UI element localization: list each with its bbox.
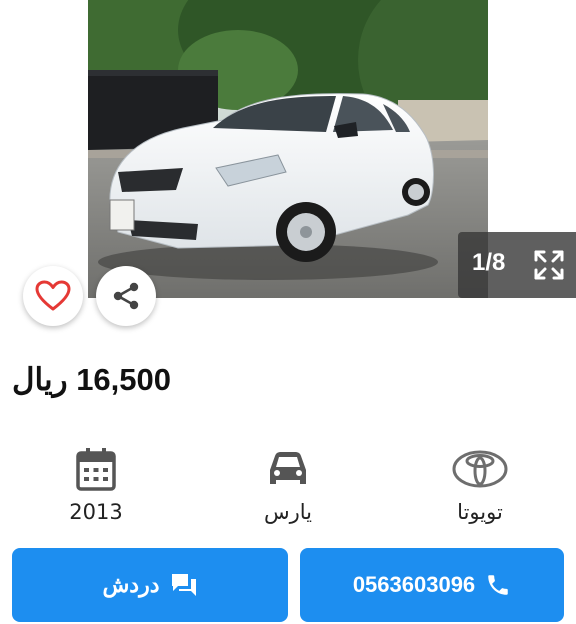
favorite-button[interactable] [23, 266, 83, 326]
spec-model: يارس [218, 440, 358, 524]
heart-icon [35, 280, 71, 311]
previous-image-button[interactable] [34, 118, 64, 148]
chat-button-label: دردش [102, 572, 160, 597]
share-button[interactable] [96, 266, 156, 326]
image-counter: 1/8 [472, 249, 506, 276]
chevron-left-icon [42, 123, 54, 143]
phone-icon [488, 575, 508, 595]
spec-make-value: تويوتا [457, 500, 503, 524]
share-icon [113, 282, 139, 310]
fullscreen-icon [534, 250, 564, 280]
listing-price: 16,500 ريال [12, 362, 172, 397]
spec-model-value: يارس [263, 500, 313, 524]
car-photo[interactable] [88, 0, 488, 298]
calendar-icon [76, 448, 116, 491]
call-button-phone: 0563603096 [352, 572, 476, 597]
toyota-logo [452, 450, 508, 488]
image-gallery[interactable]: 1/8 [0, 0, 576, 298]
call-button[interactable]: 0563603096 [300, 548, 564, 622]
chevron-right-icon [522, 123, 534, 143]
car-icon [270, 452, 306, 484]
spec-make: تويوتا [410, 440, 550, 524]
chat-button[interactable]: دردش [12, 548, 288, 622]
image-counter-panel: 1/8 [458, 232, 576, 298]
spec-year-value: 2013 [69, 500, 123, 524]
spec-year: 2013 [26, 440, 166, 524]
next-image-button[interactable] [512, 118, 542, 148]
fullscreen-button[interactable] [532, 248, 566, 282]
chat-icon [171, 574, 196, 596]
